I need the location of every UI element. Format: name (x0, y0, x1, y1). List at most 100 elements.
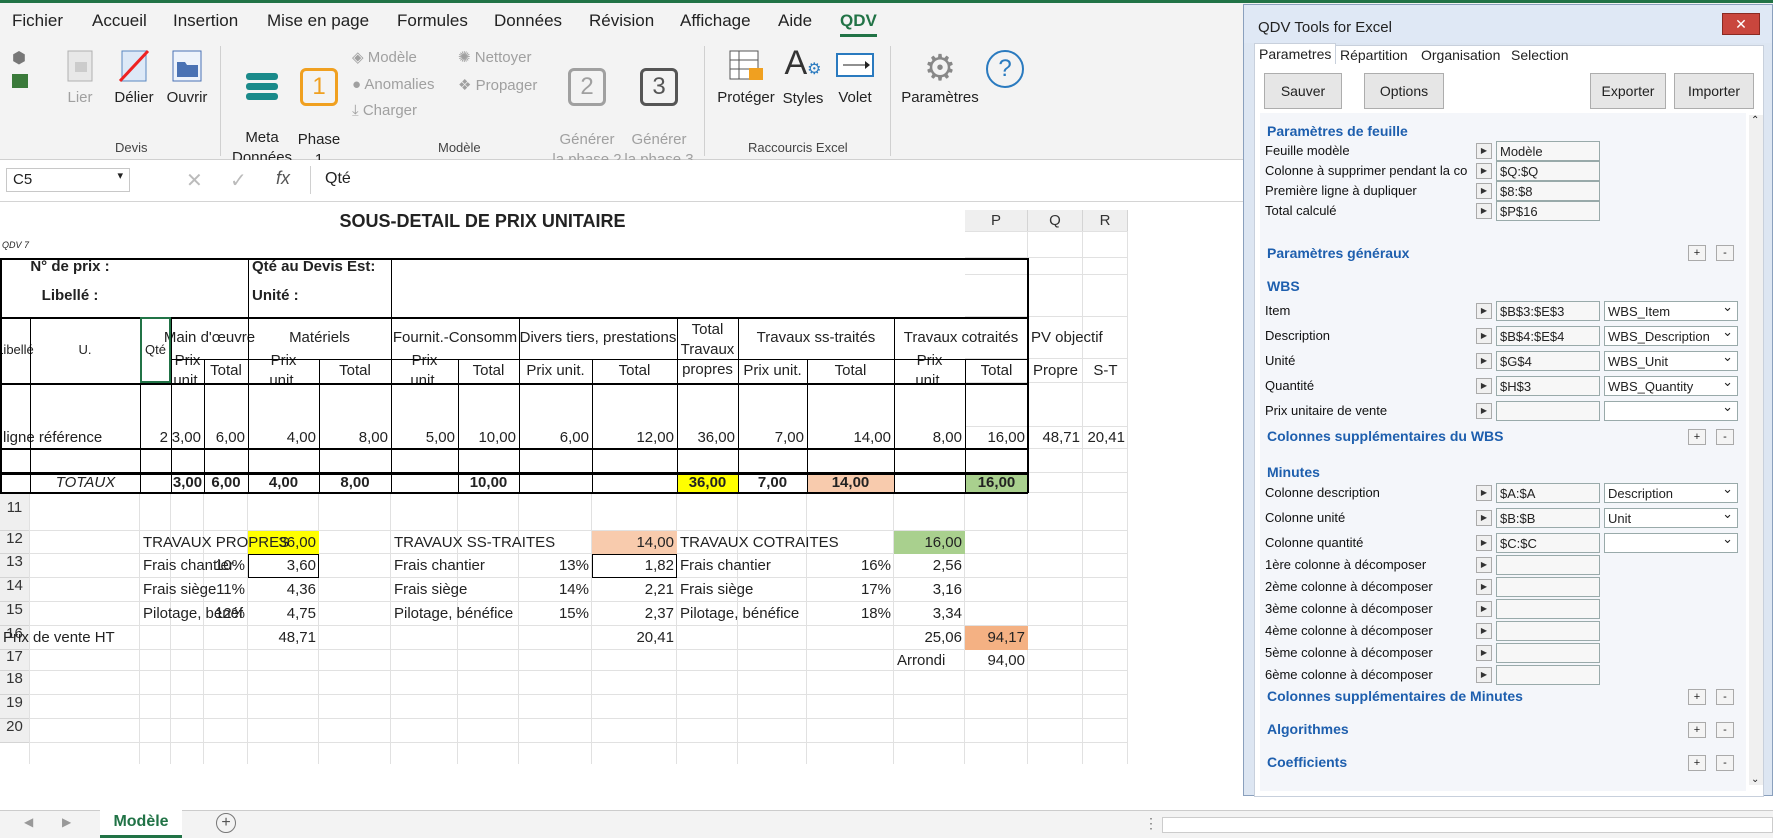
expand-generaux-button[interactable]: + (1688, 245, 1706, 261)
frais-siege-label[interactable]: Frais siège (140, 578, 216, 602)
expand-colwbs-button[interactable]: + (1688, 429, 1706, 445)
decomp-4-input[interactable] (1496, 643, 1600, 663)
nettoyer-button[interactable]: ✺ Nettoyer (458, 48, 531, 66)
arrow-right-icon[interactable]: ▶ (1476, 203, 1492, 219)
subheader-h-total[interactable]: Total (965, 359, 1028, 383)
row8-cell[interactable]: 12,00 (592, 427, 677, 449)
scroll-right-icon[interactable]: ▶ (62, 815, 71, 829)
totaux-cell[interactable]: 4,00 (248, 473, 319, 493)
value[interactable]: 2,21 (592, 578, 677, 602)
frais-siege-label[interactable]: Frais siège (677, 578, 807, 602)
wbs-0-select[interactable]: WBS_Item (1604, 299, 1738, 321)
travaux-ss-traites-label[interactable]: TRAVAUX SS-TRAITES (391, 531, 592, 554)
header-total-travaux-propres[interactable]: Total Travaux propres (677, 317, 738, 383)
proteger-button[interactable]: Protéger (716, 48, 776, 108)
menu-accueil[interactable]: Accueil (92, 11, 147, 31)
minutes-2-input[interactable]: $C:$C (1496, 533, 1600, 553)
scroll-down-icon[interactable]: ⌄ (1751, 774, 1759, 785)
collapse-colwbs-button[interactable]: - (1716, 429, 1734, 445)
totaux-cell[interactable]: 6,00 (204, 473, 248, 493)
subheader-h-st[interactable]: S-T (1083, 359, 1128, 383)
decomp-1-input[interactable] (1496, 577, 1600, 597)
row8-cell[interactable]: 48,71 (1028, 427, 1083, 449)
feuille-3-input[interactable]: $P$16 (1496, 201, 1600, 221)
subheader-h-total[interactable]: Total (458, 359, 519, 383)
header-libelle[interactable]: Libellé (0, 317, 34, 383)
sheet-title[interactable]: SOUS-DETAIL DE PRIX UNITAIRE (0, 210, 965, 232)
arrow-right-icon[interactable]: ▶ (1476, 378, 1492, 394)
anomalies-button[interactable]: ● Anomalies (352, 76, 434, 93)
arrow-right-icon[interactable]: ▶ (1476, 183, 1492, 199)
arrow-right-icon[interactable]: ▶ (1476, 623, 1492, 639)
expand-colmin-button[interactable]: + (1688, 689, 1706, 705)
importer-button[interactable]: Importer (1674, 73, 1754, 109)
arrow-right-icon[interactable]: ▶ (1476, 557, 1492, 573)
pilotage-label[interactable]: Pilotage, bénéf (140, 602, 243, 626)
wbs-1-input[interactable]: $B$4:$E$4 (1496, 326, 1600, 346)
arrow-right-icon[interactable]: ▶ (1476, 163, 1492, 179)
row8-cell[interactable]: 16,00 (965, 427, 1028, 449)
decomp-2-input[interactable] (1496, 599, 1600, 619)
worksheet-grid[interactable]: ABCDEFGHIJKLMNOPQR1234567891011121314151… (0, 208, 1250, 810)
wbs-2-select[interactable]: WBS_Unit (1604, 349, 1738, 371)
arrow-right-icon[interactable]: ▶ (1476, 328, 1492, 344)
totaux-cell[interactable]: 8,00 (319, 473, 391, 493)
label-libelle[interactable]: Libellé : (0, 275, 140, 317)
totaux-cell[interactable]: 7,00 (738, 473, 807, 493)
menu-revision[interactable]: Révision (589, 11, 654, 31)
wbs-4-input[interactable] (1496, 401, 1600, 421)
row8-cell[interactable]: 5,00 (391, 427, 458, 449)
section-wbs[interactable]: WBS (1267, 278, 1300, 294)
section-colonnes-wbs[interactable]: Colonnes supplémentaires du WBS (1267, 428, 1503, 444)
menu-affichage[interactable]: Affichage (680, 11, 751, 31)
options-button[interactable]: Options (1364, 73, 1444, 109)
wbs-4-select[interactable] (1604, 399, 1738, 421)
arrow-right-icon[interactable]: ▶ (1476, 510, 1492, 526)
menu-formules[interactable]: Formules (397, 11, 468, 31)
totaux-cell[interactable]: 16,00 (965, 473, 1028, 493)
insert-function-icon[interactable]: fx (276, 168, 290, 189)
enter-icon[interactable]: ✓ (230, 168, 247, 193)
frais-chantier-label[interactable]: Frais chantier (391, 554, 519, 578)
minutes-2-select[interactable] (1604, 531, 1738, 553)
subheader-h-pu[interactable]: Prix unit. (171, 352, 204, 389)
label-unite[interactable]: Unité : (248, 275, 391, 317)
scroll-up-icon[interactable]: ⌃ (1751, 115, 1759, 126)
subheader-h-pu[interactable]: Prix unit. (391, 352, 458, 389)
selected-cell-c5[interactable] (140, 317, 171, 383)
meta-donnees-button[interactable]: Meta Données (232, 48, 292, 168)
menu-mise-en-page[interactable]: Mise en page (267, 11, 369, 31)
minutes-1-input[interactable]: $B:$B (1496, 508, 1600, 528)
subheader-h-pu[interactable]: Prix unit. (894, 352, 965, 389)
pct[interactable]: 15% (519, 602, 592, 626)
totaux-cell[interactable]: 3,00 (171, 473, 204, 493)
arrondi-value[interactable]: 94,00 (965, 650, 1028, 671)
styles-button[interactable]: A⚙ Styles (780, 44, 826, 109)
propager-button[interactable]: ❖ Propager (458, 76, 537, 94)
decomp-0-input[interactable] (1496, 555, 1600, 575)
row8-cell[interactable]: 2 (140, 427, 171, 449)
ouvrir-button[interactable]: Ouvrir (163, 48, 211, 108)
arrow-right-icon[interactable]: ▶ (1476, 579, 1492, 595)
wbs-0-input[interactable]: $B$3:$E$3 (1496, 301, 1600, 321)
row8-cell[interactable]: ligne référence (0, 427, 102, 449)
generer-phase2-button[interactable]: 2 Générer la phase 2 (550, 48, 624, 170)
expand-algo-button[interactable]: + (1688, 722, 1706, 738)
wbs-3-input[interactable]: $H$3 (1496, 376, 1600, 396)
pct[interactable]: 16% (807, 554, 894, 578)
pilotage-label[interactable]: Pilotage, bénéfice (677, 602, 807, 626)
more-options-icon[interactable]: ⋮ (1144, 815, 1158, 832)
sauver-button[interactable]: Sauver (1264, 73, 1342, 109)
pct[interactable]: 13% (519, 554, 592, 578)
row-header[interactable]: 20 (0, 718, 30, 743)
tab-organisation[interactable]: Organisation (1417, 45, 1504, 65)
value[interactable]: 3,60 (248, 554, 319, 578)
arrow-right-icon[interactable]: ▶ (1476, 403, 1492, 419)
vertical-scrollbar[interactable]: ⌃ ⌄ (1749, 115, 1763, 785)
help-icon[interactable]: ? (986, 50, 1024, 88)
tab-repartition[interactable]: Répartition (1336, 45, 1412, 65)
row8-cell[interactable]: 10,00 (458, 427, 519, 449)
feuille-2-input[interactable]: $8:$8 (1496, 181, 1600, 201)
header-divers[interactable]: Divers tiers, prestations (519, 317, 677, 359)
lier-button[interactable]: Lier (58, 48, 102, 108)
